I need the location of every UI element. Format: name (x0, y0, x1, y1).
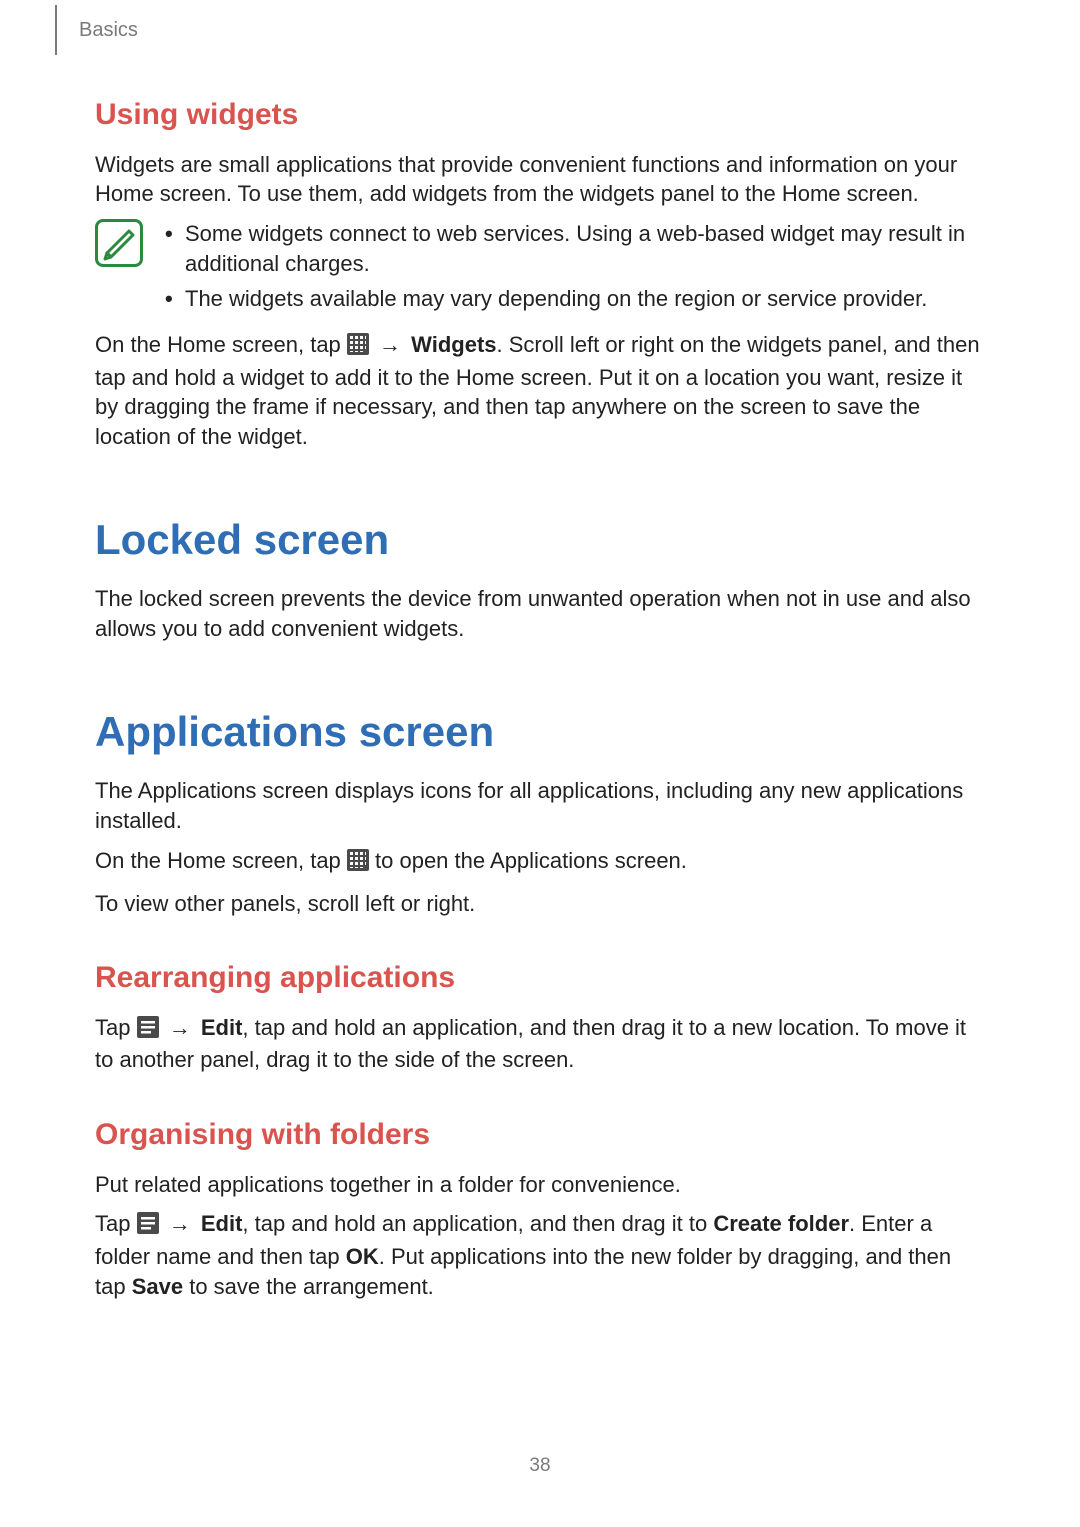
page-number: 38 (0, 1453, 1080, 1479)
page-header: Basics (55, 0, 138, 60)
using-widgets-steps: On the Home screen, tap → Widgets. Scrol… (95, 330, 985, 452)
rearranging-body: Tap → Edit, tap and hold an application,… (95, 1013, 985, 1075)
menu-icon (137, 1016, 159, 1046)
using-widgets-intro: Widgets are small applications that prov… (95, 150, 985, 209)
ok-label: OK (346, 1244, 379, 1269)
header-divider (55, 5, 57, 55)
text-fragment: , tap and hold an application, and then … (242, 1211, 713, 1236)
note-block: • Some widgets connect to web services. … (95, 219, 985, 320)
heading-applications-screen: Applications screen (95, 704, 985, 761)
page-content: Using widgets Widgets are small applicat… (95, 0, 985, 1301)
note-text: The widgets available may vary depending… (185, 284, 985, 314)
text-fragment: On the Home screen, tap (95, 332, 347, 357)
arrow-icon: → (165, 1015, 195, 1040)
bullet-icon: • (165, 284, 185, 314)
text-fragment: to save the arrangement. (183, 1274, 434, 1299)
arrow-icon: → (165, 1211, 195, 1236)
note-list: • Some widgets connect to web services. … (165, 219, 985, 320)
text-fragment: Tap (95, 1015, 137, 1040)
text-fragment: Tap (95, 1211, 137, 1236)
arrow-icon: → (375, 332, 405, 357)
menu-icon (137, 1212, 159, 1242)
page: Basics Using widgets Widgets are small a… (0, 0, 1080, 1527)
edit-label: Edit (201, 1211, 243, 1236)
widgets-label: Widgets (411, 332, 496, 357)
apps-screen-p3: To view other panels, scroll left or rig… (95, 889, 985, 919)
locked-screen-body: The locked screen prevents the device fr… (95, 584, 985, 643)
heading-using-widgets: Using widgets (95, 95, 985, 136)
note-text: Some widgets connect to web services. Us… (185, 219, 985, 278)
apps-grid-icon (347, 333, 369, 363)
apps-screen-p2: On the Home screen, tap to open the Appl… (95, 846, 985, 879)
text-fragment: On the Home screen, tap (95, 848, 347, 873)
folders-steps: Tap → Edit, tap and hold an application,… (95, 1209, 985, 1301)
edit-label: Edit (201, 1015, 243, 1040)
save-label: Save (132, 1274, 183, 1299)
heading-rearranging: Rearranging applications (95, 958, 985, 999)
text-fragment: to open the Applications screen. (369, 848, 687, 873)
apps-screen-p1: The Applications screen displays icons f… (95, 776, 985, 835)
note-icon (95, 219, 143, 267)
folders-intro: Put related applications together in a f… (95, 1170, 985, 1200)
apps-grid-icon (347, 849, 369, 879)
heading-locked-screen: Locked screen (95, 512, 985, 569)
heading-folders: Organising with folders (95, 1115, 985, 1156)
header-section-label: Basics (79, 17, 138, 44)
note-item: • The widgets available may vary dependi… (165, 284, 985, 314)
note-item: • Some widgets connect to web services. … (165, 219, 985, 278)
create-folder-label: Create folder (713, 1211, 849, 1236)
bullet-icon: • (165, 219, 185, 278)
